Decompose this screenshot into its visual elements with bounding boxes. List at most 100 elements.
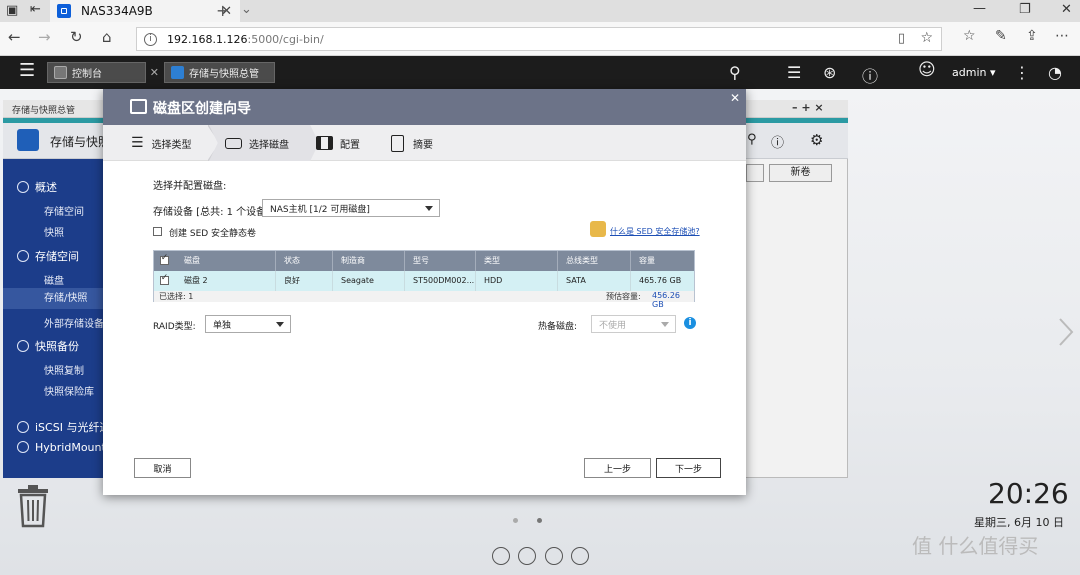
snapshot-search-icon[interactable]: ⚲ xyxy=(747,132,757,147)
raid-type-label: RAID类型: xyxy=(153,322,196,332)
col-bus[interactable]: 总线类型 xyxy=(558,251,631,271)
window-controls[interactable]: – + × xyxy=(792,101,824,114)
pen-notes-icon[interactable]: ✎ xyxy=(995,28,1007,44)
home-icon[interactable]: ⌂ xyxy=(102,28,112,46)
dock-myqnapcloud-icon[interactable] xyxy=(492,547,510,565)
sed-checkbox-label: 创建 SED 安全静态卷 xyxy=(169,229,257,239)
settings-gear-icon[interactable]: ⚙ xyxy=(810,131,823,149)
next-page-arrow-icon[interactable] xyxy=(1057,317,1075,347)
wizard-title: 磁盘区创建向导 xyxy=(153,101,251,117)
col-vendor[interactable]: 制造商 xyxy=(333,251,405,271)
url-host: 192.168.1.126 xyxy=(167,32,248,46)
page-dot[interactable] xyxy=(513,518,518,523)
sidebar-section-storage[interactable]: 存储空间 xyxy=(3,248,103,264)
storage-window-title: 存储与快照总管 xyxy=(12,106,76,116)
sed-checkbox[interactable] xyxy=(153,227,162,236)
sidebar-item-external-storage[interactable]: 外部存储设备 xyxy=(3,315,103,330)
favorite-star-icon[interactable]: ☆ xyxy=(920,30,933,46)
col-type[interactable]: 类型 xyxy=(476,251,558,271)
sidebar-section-iscsi[interactable]: iSCSI 与光纤通道 xyxy=(3,419,103,435)
disk-volume-icon xyxy=(130,99,147,114)
sidebar-item-storage-snapshots[interactable]: 存储/快照 xyxy=(3,288,103,309)
notification-icon[interactable]: ⓘ xyxy=(862,63,878,87)
desktop-clock: 20:26 xyxy=(988,477,1069,510)
tab-actions-icon[interactable]: ▣ xyxy=(6,3,18,18)
clipboard-icon xyxy=(391,134,404,152)
forward-icon[interactable]: → xyxy=(38,28,51,46)
back-tabs-icon[interactable]: ⇤ xyxy=(30,2,41,17)
col-model[interactable]: 型号 xyxy=(405,251,476,271)
search-icon[interactable]: ⚲ xyxy=(729,63,741,82)
chevron-down-icon xyxy=(661,322,669,327)
qts-tab-control-panel[interactable]: 控制台 ✕ xyxy=(47,62,159,83)
chevron-down-icon xyxy=(276,322,284,327)
table-row[interactable]: ✓ 磁盘 2 良好 Seagate ST500DM002... HDD SATA… xyxy=(154,271,694,291)
cell-status: 良好 xyxy=(276,271,333,291)
sidebar-item-snapshot-vault[interactable]: 快照保险库 xyxy=(3,383,103,398)
hot-spare-select[interactable]: 不使用 xyxy=(591,315,676,333)
close-icon[interactable]: ✕ xyxy=(150,66,159,79)
wizard-steps: ☰ 选择类型 选择磁盘 配置 摘要 xyxy=(103,125,746,161)
sidebar-item-disks[interactable]: 磁盘 xyxy=(3,272,103,287)
cell-disk: 磁盘 2 xyxy=(176,271,276,291)
qts-tab-storage[interactable]: 存储与快照总管 xyxy=(164,62,275,83)
chevron-down-icon xyxy=(425,206,433,211)
user-menu[interactable]: admin ▾ xyxy=(952,66,995,79)
options-icon[interactable]: ⋮ xyxy=(1014,63,1030,82)
trash-icon[interactable] xyxy=(16,484,50,528)
col-disk[interactable]: 磁盘 xyxy=(176,251,276,271)
disk-table-header: ✓ 磁盘 状态 制造商 型号 类型 总线类型 容量 xyxy=(154,251,694,271)
nas-favicon-icon xyxy=(57,4,71,18)
new-volume-button[interactable]: 新卷 xyxy=(769,164,832,182)
estimated-capacity-label: 预估容量: xyxy=(606,292,641,301)
reading-view-icon[interactable]: ▯ xyxy=(898,31,905,46)
external-device-icon[interactable]: ⊛ xyxy=(823,63,836,82)
address-bar-input[interactable]: i 192.168.1.126:5000/cgi-bin/ ▯ ☆ xyxy=(136,27,942,51)
col-status[interactable]: 状态 xyxy=(276,251,333,271)
sed-help-link[interactable]: 什么是 SED 安全存储池? xyxy=(610,226,700,237)
page-dot-active[interactable] xyxy=(537,518,542,523)
wizard-close-icon[interactable]: ✕ xyxy=(730,91,740,105)
share-icon[interactable]: ⇪ xyxy=(1026,28,1038,44)
maximize-icon[interactable]: ❐ xyxy=(1019,2,1031,17)
cell-vendor: Seagate xyxy=(333,271,405,291)
site-info-icon[interactable]: i xyxy=(144,32,157,46)
hot-spare-value: 不使用 xyxy=(599,320,627,331)
dock-resource-icon[interactable] xyxy=(545,547,563,565)
cancel-button[interactable]: 取消 xyxy=(134,458,191,478)
tab-list-chevron-icon[interactable]: ⌄ xyxy=(241,2,252,17)
dock-help-icon[interactable] xyxy=(518,547,536,565)
dashboard-icon[interactable]: ◔ xyxy=(1048,63,1062,82)
back-button[interactable]: 上一步 xyxy=(584,458,651,478)
col-capacity[interactable]: 容量 xyxy=(631,251,694,271)
sidebar-item-storage-space[interactable]: 存储空间 xyxy=(3,203,103,218)
main-menu-icon[interactable]: ☰ xyxy=(19,60,35,81)
list-icon: ☰ xyxy=(131,135,144,151)
background-tasks-icon[interactable]: ☰ xyxy=(787,63,801,82)
more-menu-icon[interactable]: ⋯ xyxy=(1055,28,1069,44)
info-icon[interactable]: i xyxy=(684,317,696,329)
sidebar-item-snapshot[interactable]: 快照 xyxy=(3,224,103,239)
backup-icon xyxy=(17,340,29,352)
close-window-icon[interactable]: ✕ xyxy=(1061,2,1072,17)
sidebar-section-overview[interactable]: 概述 xyxy=(3,179,103,195)
user-icon[interactable]: ☺ xyxy=(918,60,936,80)
storage-device-label: 存储设备 [总共: 1 个设备]: xyxy=(153,207,274,218)
favorites-bar-icon[interactable]: ☆ xyxy=(963,28,976,44)
raid-type-select[interactable]: 单独 xyxy=(205,315,291,333)
minimize-icon[interactable]: — xyxy=(973,1,986,16)
refresh-icon[interactable]: ↻ xyxy=(70,28,83,46)
iscsi-icon xyxy=(17,421,29,433)
sidebar-section-hybridmount[interactable]: HybridMount xyxy=(3,441,103,454)
dock-feedback-icon[interactable] xyxy=(571,547,589,565)
storage-device-select[interactable]: NAS主机 [1/2 可用磁盘] xyxy=(262,199,440,217)
step-summary: 摘要 xyxy=(391,125,471,161)
sidebar-section-snapshot-backup[interactable]: 快照备份 xyxy=(3,338,103,354)
back-icon[interactable]: ← xyxy=(8,28,21,46)
help-icon[interactable]: ⓘ xyxy=(771,132,784,151)
new-tab-icon[interactable]: + xyxy=(216,1,229,20)
browser-tab[interactable]: NAS334A9B ✕ xyxy=(50,0,240,22)
next-button[interactable]: 下一步 xyxy=(656,458,721,478)
sidebar-item-snapshot-replica[interactable]: 快照复制 xyxy=(3,362,103,377)
toolbar-button[interactable] xyxy=(746,164,764,182)
